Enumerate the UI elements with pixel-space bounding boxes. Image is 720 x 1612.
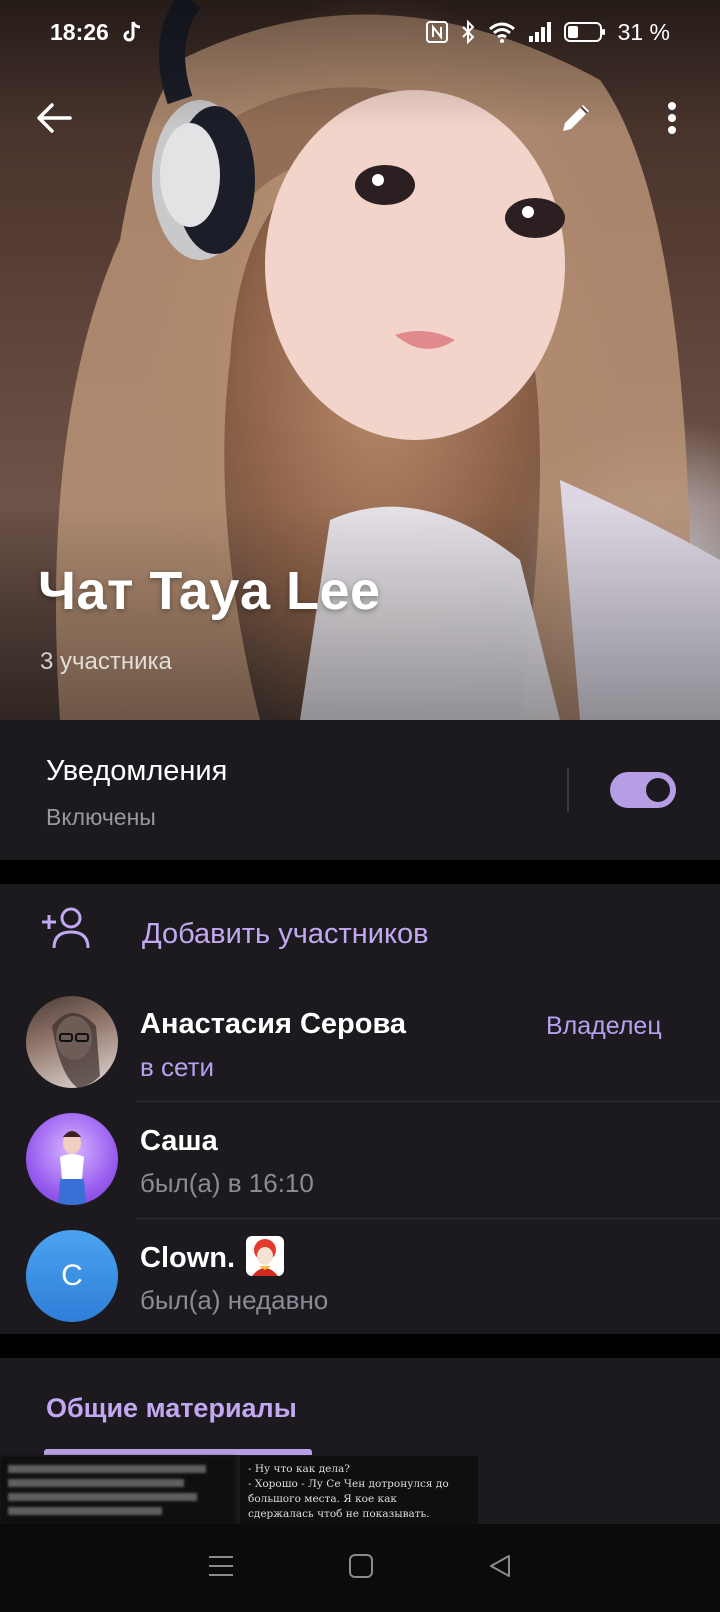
toggle-knob bbox=[642, 774, 674, 806]
add-members-button[interactable]: Добавить участников bbox=[142, 918, 429, 951]
battery-icon bbox=[563, 22, 605, 42]
owner-badge: Владелец bbox=[546, 1012, 662, 1040]
status-bar: 18:26 31 % bbox=[0, 0, 720, 64]
avatar[interactable] bbox=[26, 1113, 118, 1205]
media-thumbnail[interactable] bbox=[0, 1456, 236, 1524]
notifications-title: Уведомления bbox=[46, 755, 228, 787]
thumb-line: сдержалась чтоб не показывать. bbox=[248, 1508, 430, 1520]
member-status: был(а) недавно bbox=[140, 1285, 329, 1315]
avatar-initial: C bbox=[61, 1259, 83, 1292]
member-name[interactable]: Clown. bbox=[140, 1242, 235, 1275]
back-button[interactable] bbox=[26, 90, 82, 146]
row-divider bbox=[136, 1218, 720, 1219]
nav-back-button[interactable] bbox=[487, 1553, 513, 1584]
nfc-icon bbox=[425, 21, 448, 43]
edit-button[interactable] bbox=[548, 90, 604, 146]
home-button[interactable] bbox=[348, 1553, 374, 1584]
wifi-icon bbox=[488, 22, 515, 43]
notifications-toggle[interactable] bbox=[610, 772, 676, 808]
menu-button[interactable] bbox=[207, 1554, 235, 1583]
row-divider bbox=[136, 1101, 720, 1102]
member-status: был(а) в 16:10 bbox=[140, 1168, 314, 1198]
member-name[interactable]: Саша bbox=[140, 1125, 218, 1158]
thumb-line: - Ну что как дела? bbox=[248, 1463, 350, 1475]
thumb-line: - Хорошо - Лу Се Чен дотронулся до bbox=[248, 1478, 449, 1490]
member-name[interactable]: Анастасия Серова bbox=[140, 1008, 406, 1041]
tiktok-icon bbox=[123, 21, 140, 42]
menu-icon bbox=[208, 1555, 233, 1576]
home-square-icon bbox=[348, 1553, 373, 1578]
more-button[interactable] bbox=[644, 90, 700, 146]
avatar[interactable] bbox=[26, 996, 118, 1088]
more-vert-icon bbox=[668, 102, 676, 134]
signal-icon bbox=[528, 22, 551, 42]
add-member-icon[interactable] bbox=[40, 906, 90, 956]
tab-shared-materials[interactable]: Общие материалы bbox=[46, 1393, 297, 1424]
avatar[interactable]: C bbox=[26, 1230, 118, 1322]
back-triangle-icon bbox=[490, 1554, 511, 1577]
tab-indicator bbox=[44, 1449, 312, 1455]
notifications-state: Включены bbox=[46, 804, 156, 830]
bluetooth-icon bbox=[461, 20, 474, 44]
member-status: в сети bbox=[140, 1052, 215, 1082]
status-time: 18:26 bbox=[50, 18, 109, 45]
back-arrow-icon bbox=[37, 103, 72, 133]
pencil-icon bbox=[563, 105, 589, 131]
battery-level: 31 % bbox=[617, 18, 670, 45]
system-nav-bar bbox=[0, 1524, 720, 1612]
member-count: 3 участника bbox=[40, 648, 172, 675]
chat-title: Чат Taya Lee bbox=[38, 561, 381, 621]
divider bbox=[567, 768, 569, 812]
clown-emoji-icon bbox=[246, 1236, 284, 1276]
thumb-line: большого места. Я кое как bbox=[248, 1493, 397, 1505]
media-thumbnail[interactable]: - Ну что как дела? - Хорошо - Лу Се Чен … bbox=[240, 1456, 478, 1524]
